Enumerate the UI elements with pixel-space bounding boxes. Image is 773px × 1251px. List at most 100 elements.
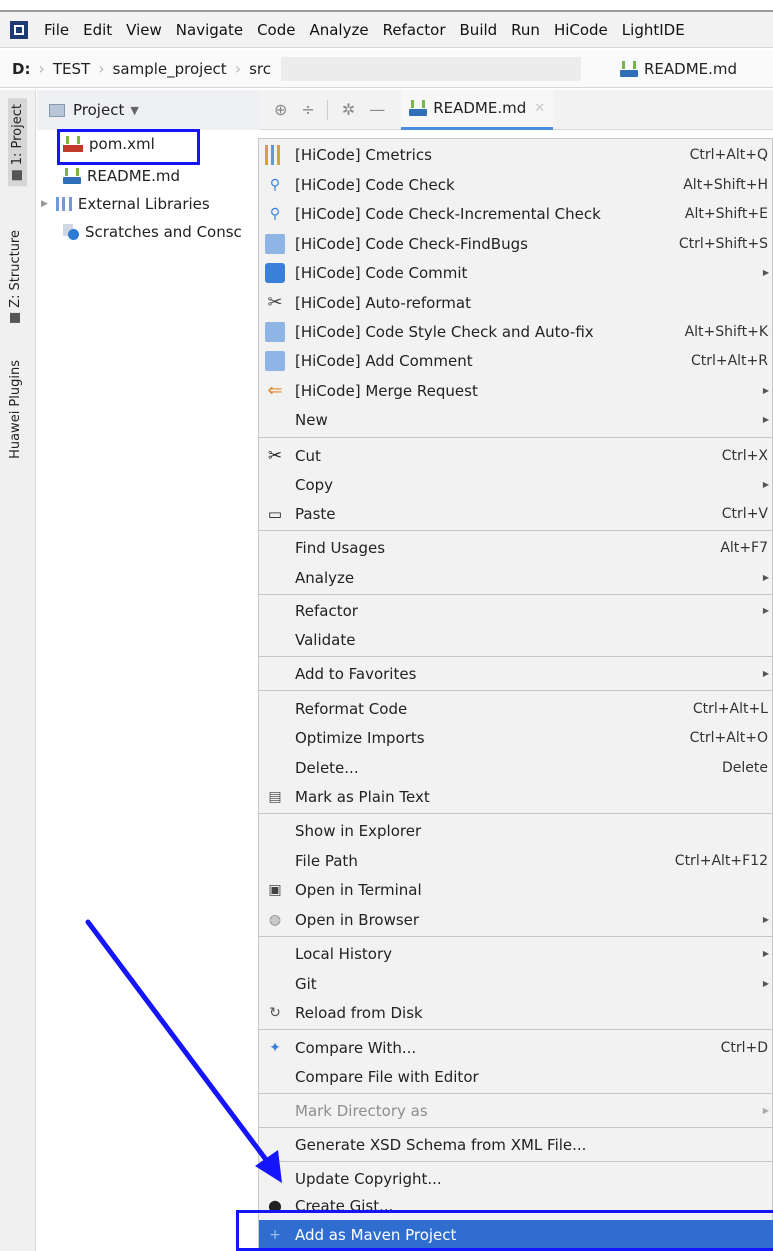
menu-item-shortcut: Alt+Shift+E xyxy=(684,205,768,222)
menu-analyze[interactable]: Analyze xyxy=(309,21,368,39)
menu-separator xyxy=(259,1029,773,1030)
menu-item-refactor[interactable]: Refactor ▶ xyxy=(259,596,773,625)
menu-item-shortcut: Ctrl+Shift+S xyxy=(678,235,768,252)
menu-view[interactable]: View xyxy=(126,21,162,39)
merge-request-icon: ⇐ xyxy=(267,380,283,401)
menu-item-local-history[interactable]: Local History ▶ xyxy=(259,939,773,968)
menu-item-copy[interactable]: Copy ▶ xyxy=(259,470,773,499)
menu-item-cmetrics[interactable]: [HiCode] Cmetrics Ctrl+Alt+Q xyxy=(259,140,773,169)
tool-tab-project-label: 1: Project xyxy=(10,104,25,166)
menu-item-code-check[interactable]: ⚲ [HiCode] Code Check Alt+Shift+H xyxy=(259,170,773,199)
submenu-arrow-icon: ▶ xyxy=(762,606,769,615)
menu-item-findbugs[interactable]: [HiCode] Code Check-FindBugs Ctrl+Shift+… xyxy=(259,229,773,258)
menu-item-new[interactable]: New ▶ xyxy=(259,405,773,434)
menu-item-shortcut: Ctrl+Alt+R xyxy=(690,352,768,369)
expand-arrow-icon[interactable]: ▶ xyxy=(41,199,48,209)
editor-tab-readme[interactable]: README.md ✕ xyxy=(401,89,554,130)
collapse-all-icon[interactable]: ÷ xyxy=(301,100,314,119)
menu-item-open-terminal[interactable]: ▣ Open in Terminal xyxy=(259,875,773,904)
compare-icon: ✦ xyxy=(269,1039,281,1056)
menu-item-label: Cut xyxy=(295,446,321,465)
hide-icon[interactable]: — xyxy=(369,100,385,119)
tree-item-external-libraries[interactable]: ▶ External Libraries xyxy=(41,190,210,218)
breadcrumb-item-sample-project[interactable]: sample_project xyxy=(113,60,227,78)
breadcrumb-drive[interactable]: D: xyxy=(12,60,30,78)
auto-reformat-icon: ✂ xyxy=(267,292,283,313)
menu-item-validate[interactable]: Validate xyxy=(259,625,773,654)
menu-item-mark-directory-as[interactable]: Mark Directory as ▶ xyxy=(259,1096,773,1125)
breadcrumb-item-test[interactable]: TEST xyxy=(53,60,90,78)
tool-tab-structure[interactable]: Z: Structure xyxy=(8,230,23,323)
menu-item-mark-plain-text[interactable]: ▤ Mark as Plain Text xyxy=(259,782,773,811)
menu-item-label: [HiCode] Auto-reformat xyxy=(295,293,471,312)
breadcrumb-separator: › xyxy=(38,59,45,78)
submenu-arrow-icon: ▶ xyxy=(762,573,769,582)
menu-code[interactable]: Code xyxy=(257,21,295,39)
menu-item-delete[interactable]: Delete... Delete xyxy=(259,753,773,782)
menu-hicode[interactable]: HiCode xyxy=(554,21,608,39)
menu-build[interactable]: Build xyxy=(460,21,498,39)
app-logo-icon xyxy=(10,20,28,39)
menu-item-paste[interactable]: ▭ Paste Ctrl+V xyxy=(259,499,773,528)
menu-item-reformat-code[interactable]: Reformat Code Ctrl+Alt+L xyxy=(259,694,773,723)
locate-icon[interactable]: ⊕ xyxy=(274,100,287,119)
menu-item-label: Open in Browser xyxy=(295,910,420,929)
tool-tab-huawei-plugins[interactable]: Huawei Plugins xyxy=(8,360,23,459)
menu-item-compare-with[interactable]: ✦ Compare With... Ctrl+D xyxy=(259,1033,773,1062)
menu-item-git[interactable]: Git ▶ xyxy=(259,969,773,998)
menu-item-label: [HiCode] Code Check xyxy=(295,175,455,194)
menu-separator xyxy=(259,1161,773,1162)
menu-lightide[interactable]: LightIDE xyxy=(622,21,685,39)
chevron-down-icon[interactable]: ▼ xyxy=(130,104,138,117)
project-panel-title: Project xyxy=(73,101,125,119)
code-commit-icon xyxy=(265,262,285,283)
editor-tab-label: README.md xyxy=(433,99,527,117)
gear-icon[interactable]: ✲ xyxy=(342,100,355,119)
menu-item-merge-request[interactable]: ⇐ [HiCode] Merge Request ▶ xyxy=(259,376,773,405)
menu-item-style-check[interactable]: [HiCode] Code Style Check and Auto-fix A… xyxy=(259,317,773,346)
menu-item-auto-reformat[interactable]: ✂ [HiCode] Auto-reformat xyxy=(259,288,773,317)
close-icon[interactable]: ✕ xyxy=(534,101,545,116)
paste-icon: ▭ xyxy=(267,504,283,523)
tree-item-readme[interactable]: README.md xyxy=(63,162,180,190)
menu-item-label: Analyze xyxy=(295,568,355,587)
breadcrumb-item-src[interactable]: src xyxy=(249,60,271,78)
breadcrumb-file[interactable]: README.md xyxy=(620,60,737,78)
menu-edit[interactable]: Edit xyxy=(83,21,112,39)
menu-item-add-comment[interactable]: [HiCode] Add Comment Ctrl+Alt+R xyxy=(259,346,773,375)
menu-navigate[interactable]: Navigate xyxy=(176,21,243,39)
tree-item-scratches[interactable]: Scratches and Consc xyxy=(63,218,242,246)
menu-item-incremental-check[interactable]: ⚲ [HiCode] Code Check-Incremental Check … xyxy=(259,199,773,228)
menu-item-generate-xsd[interactable]: Generate XSD Schema from XML File... xyxy=(259,1130,773,1159)
tree-item-label: README.md xyxy=(87,167,181,185)
menu-item-file-path[interactable]: File Path Ctrl+Alt+F12 xyxy=(259,846,773,875)
menu-item-update-copyright[interactable]: Update Copyright... xyxy=(259,1164,773,1193)
tree-item-label: External Libraries xyxy=(77,195,210,213)
menu-item-optimize-imports[interactable]: Optimize Imports Ctrl+Alt+O xyxy=(259,723,773,752)
menu-item-add-to-favorites[interactable]: Add to Favorites ▶ xyxy=(259,659,773,688)
menu-item-shortcut: Delete xyxy=(722,759,768,776)
menu-item-reload-from-disk[interactable]: ↻ Reload from Disk xyxy=(259,998,773,1027)
tool-tab-structure-label: Z: Structure xyxy=(8,230,23,308)
menu-item-shortcut: Ctrl+Alt+Q xyxy=(689,146,768,163)
submenu-arrow-icon: ▶ xyxy=(762,268,769,277)
menu-item-analyze[interactable]: Analyze ▶ xyxy=(259,563,773,592)
menu-item-find-usages[interactable]: Find Usages Alt+F7 xyxy=(259,533,773,562)
menu-run[interactable]: Run xyxy=(511,21,540,39)
plain-text-icon: ▤ xyxy=(268,788,282,805)
menu-item-open-browser[interactable]: ◍ Open in Browser ▶ xyxy=(259,905,773,934)
menu-file[interactable]: File xyxy=(44,21,69,39)
project-panel-header[interactable]: Project ▼ xyxy=(37,90,260,130)
menu-item-show-in-explorer[interactable]: Show in Explorer xyxy=(259,816,773,845)
menu-item-shortcut: Alt+Shift+K xyxy=(684,323,768,340)
editor-tab-bar: ⊕ ÷ ✲ — README.md ✕ xyxy=(260,89,773,130)
tool-tab-project[interactable]: 1: Project xyxy=(8,98,27,187)
menu-item-cut[interactable]: ✂ Cut Ctrl+X xyxy=(259,441,773,470)
menu-item-label: Reformat Code xyxy=(295,699,408,718)
menu-item-label: [HiCode] Add Comment xyxy=(295,351,473,370)
findbugs-icon xyxy=(265,233,285,254)
menu-refactor[interactable]: Refactor xyxy=(383,21,446,39)
menu-item-label: Delete... xyxy=(295,758,359,777)
menu-item-code-commit[interactable]: [HiCode] Code Commit ▶ xyxy=(259,258,773,287)
menu-item-compare-file-editor[interactable]: Compare File with Editor xyxy=(259,1062,773,1091)
